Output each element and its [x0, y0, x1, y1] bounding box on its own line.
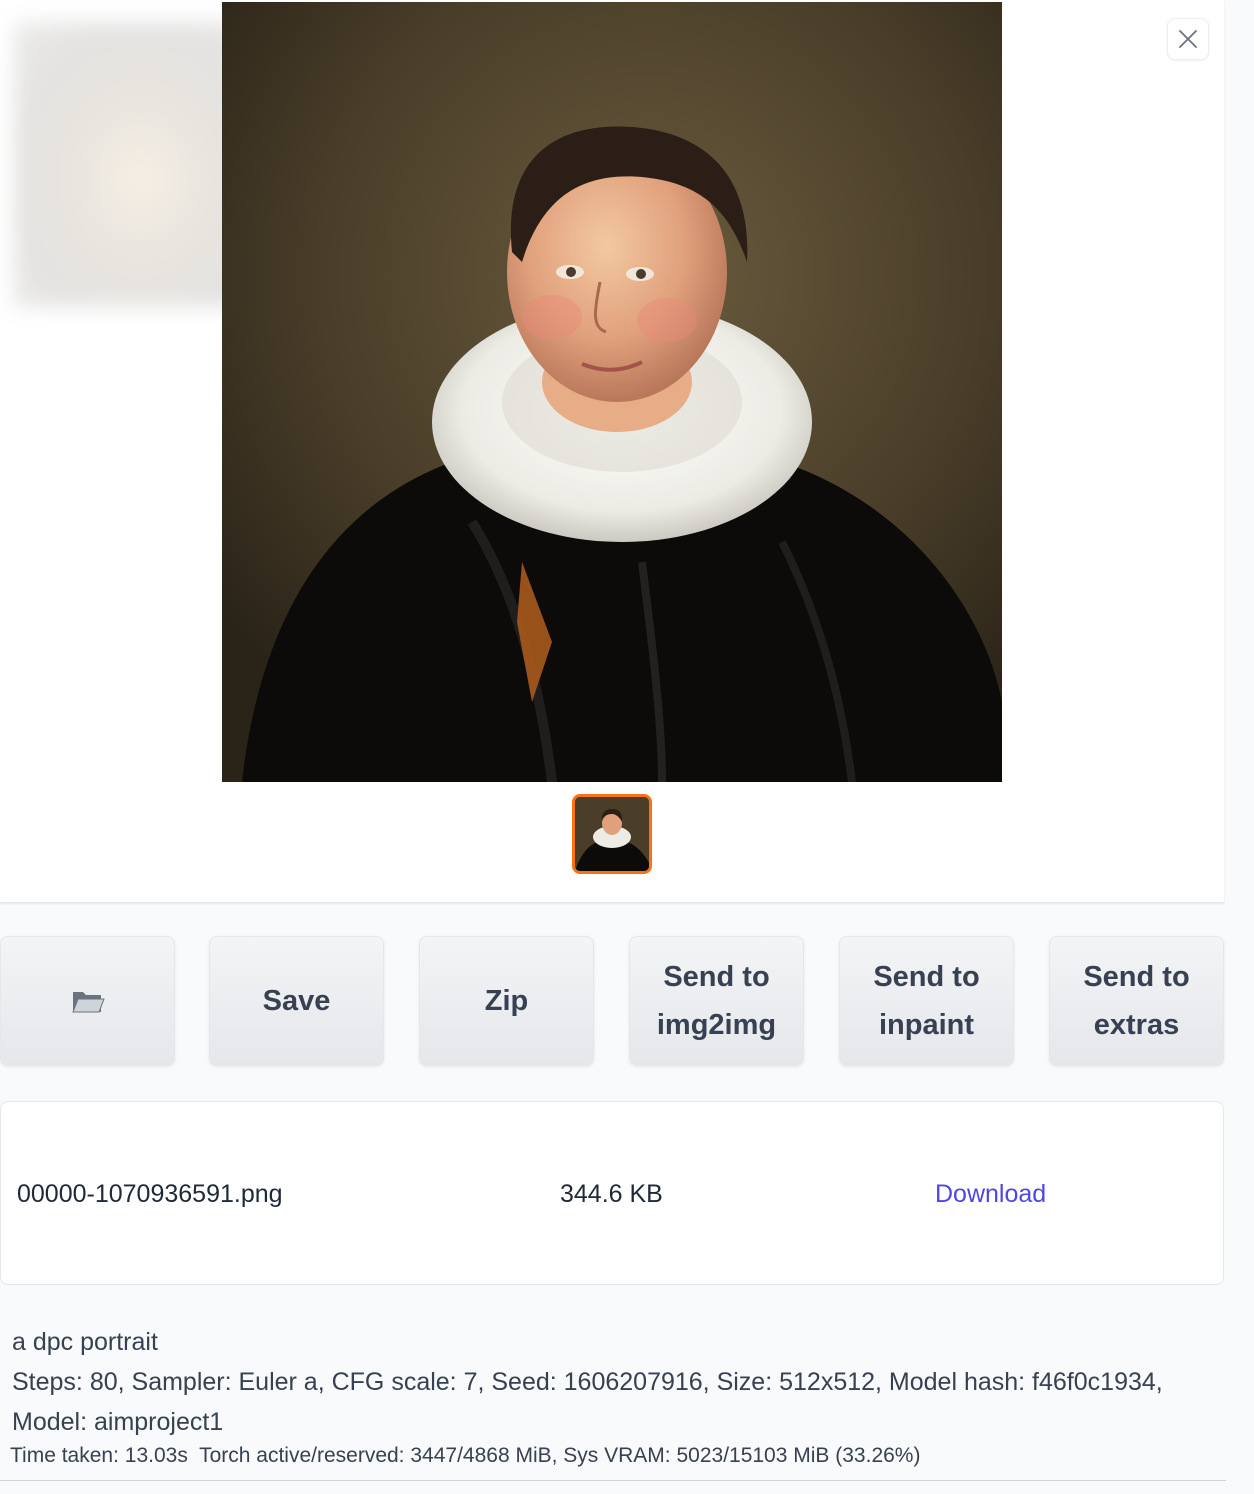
blurred-background-preview [14, 22, 244, 307]
save-button[interactable]: Save [209, 936, 384, 1066]
send-to-inpaint-label: Send to inpaint [873, 953, 979, 1049]
send-to-extras-button[interactable]: Send to extras [1049, 936, 1224, 1066]
file-name: 00000-1070936591.png [17, 1180, 283, 1208]
send-to-extras-line2: extras [1093, 1009, 1180, 1041]
image-gallery [0, 0, 1224, 903]
close-button[interactable] [1167, 18, 1209, 60]
zip-button[interactable]: Zip [419, 936, 594, 1066]
download-link[interactable]: Download [935, 1180, 1046, 1209]
send-to-img2img-label: Send to img2img [657, 953, 776, 1049]
file-download-panel: 00000-1070936591.png 344.6 KB Download [0, 1101, 1224, 1285]
generation-info: a dpc portrait Steps: 80, Sampler: Euler… [12, 1322, 1212, 1442]
send-to-img2img-line1: Send to [663, 961, 770, 993]
generated-image[interactable] [222, 2, 1002, 782]
generation-parameters: Steps: 80, Sampler: Euler a, CFG scale: … [12, 1368, 1163, 1436]
send-to-extras-label: Send to extras [1083, 953, 1189, 1049]
gallery-thumbnail[interactable] [572, 794, 652, 874]
send-to-inpaint-line1: Send to [873, 961, 980, 993]
send-to-inpaint-button[interactable]: Send to inpaint [839, 936, 1014, 1066]
save-button-label: Save [262, 985, 331, 1017]
divider [0, 1480, 1226, 1481]
zip-button-label: Zip [484, 985, 529, 1017]
open-folder-button[interactable] [0, 936, 175, 1066]
send-to-inpaint-line2: inpaint [878, 1009, 975, 1041]
send-to-img2img-line2: img2img [656, 1009, 777, 1041]
send-to-img2img-button[interactable]: Send to img2img [629, 936, 804, 1066]
prompt-text: a dpc portrait [12, 1328, 158, 1356]
folder-icon [71, 992, 105, 1013]
send-to-extras-line1: Send to [1083, 961, 1190, 993]
action-buttons: Save Zip Send to img2img Send to inpaint… [0, 936, 1226, 1068]
close-icon [1179, 30, 1197, 48]
file-size: 344.6 KB [560, 1180, 663, 1208]
portrait-painting [222, 2, 1002, 782]
performance-stats: Time taken: 13.03s Torch active/reserved… [10, 1444, 921, 1467]
thumbnail-image [575, 797, 649, 871]
